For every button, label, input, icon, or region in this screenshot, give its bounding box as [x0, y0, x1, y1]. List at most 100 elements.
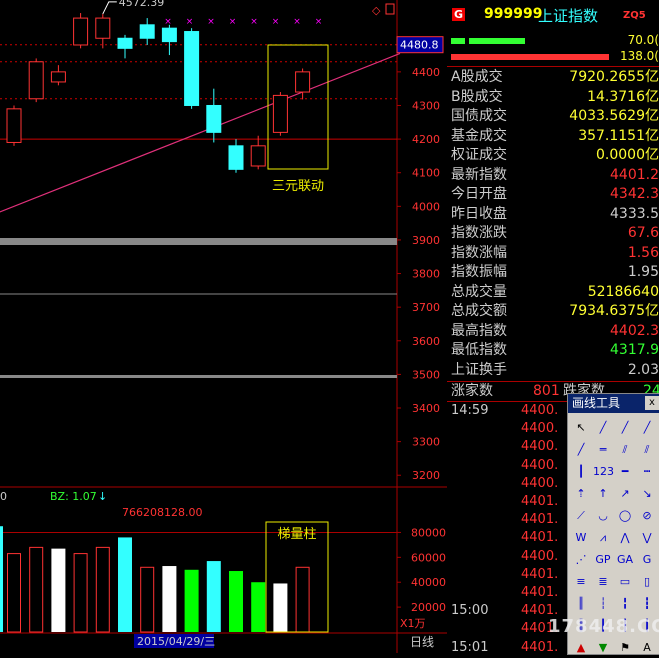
up-mark-icon[interactable]: ▲ [571, 638, 591, 658]
high-annotation-line [102, 1, 117, 15]
stock-code: 999999 [484, 6, 543, 22]
zigzag-icon[interactable]: ⩘ [593, 528, 613, 548]
box-icon[interactable]: ▯ [637, 572, 657, 592]
text-icon[interactable]: A [637, 638, 657, 658]
wave-abc-icon[interactable]: ⋁ [637, 528, 657, 548]
volume-tick-label: 60000 [411, 551, 446, 564]
gann-fan-icon[interactable]: GP [593, 550, 613, 570]
circle-icon[interactable]: ◯ [615, 506, 635, 526]
quote-row: 指数振幅 1.95 [451, 263, 659, 282]
trend-down-icon[interactable]: ↘ [637, 484, 657, 504]
wave5-icon[interactable]: ⋀ [615, 528, 635, 548]
quote-label: 指数涨跌 [451, 225, 507, 241]
fib-time-icon[interactable]: ╏ [615, 594, 635, 614]
candle-body [228, 145, 244, 170]
down-mark-icon[interactable]: ▼ [593, 638, 613, 658]
gann-123-icon[interactable]: 123 [593, 462, 614, 482]
tick-value: 4401. [521, 585, 559, 600]
gann-grid-icon[interactable]: G [637, 550, 657, 570]
volume-tick-label: 40000 [411, 576, 446, 589]
volume-tick-label: 20000 [411, 601, 446, 614]
channel-icon[interactable]: ⫽ [615, 440, 635, 460]
quote-label: 指数涨幅 [451, 244, 507, 261]
high-annotation-label: 4572.39 [119, 0, 165, 9]
quote-value: 1.56 [627, 244, 659, 261]
price-tick-label: 4400 [412, 66, 440, 79]
quote-row: 最低指数 4317.9 [451, 341, 659, 360]
quote-row: 最新指数 4401.2 [451, 166, 659, 185]
quote-row: B股成交 14.3716亿 [451, 88, 659, 107]
price-tick-label: 3600 [412, 335, 440, 348]
dash-line-icon[interactable]: ┅ [637, 462, 657, 482]
price-tick-label: 3700 [412, 301, 440, 314]
arrow-line-icon[interactable]: ╱ [571, 440, 591, 460]
tick-value: 4400. [521, 403, 559, 418]
volume-header-value: 766208128.00 [122, 506, 202, 519]
arc-icon[interactable]: ◡ [593, 506, 613, 526]
candle-body [250, 145, 266, 167]
price-channel-icon[interactable]: ⫽ [637, 440, 657, 460]
tick-value: 4401. [521, 494, 559, 509]
diagonal-icon[interactable]: ⟋ [571, 506, 591, 526]
quote-label: 今日开盘 [451, 186, 507, 202]
horizontal-line-icon[interactable]: ━ [615, 462, 635, 482]
candle-body [95, 17, 111, 39]
stock-name: 上证指数 [538, 7, 599, 25]
tick-time: 14:59 [451, 403, 489, 418]
quote-row: 权证成交 0.0000亿 [451, 146, 659, 165]
watermark: 178448.COM [548, 616, 659, 637]
line-segment-icon[interactable]: ╱ [593, 418, 613, 438]
quote-label: 总成交额 [451, 303, 507, 319]
kline-chart[interactable]: 4400 4300 4200 4100 4000 3900 3800 3700 3600 3500… [0, 0, 447, 653]
quote-value: 4342.3 [610, 186, 659, 202]
volume-header-bz: BZ: 1.07 [50, 490, 97, 503]
time-zone-icon[interactable]: ┆ [593, 594, 613, 614]
candle-body [6, 108, 22, 143]
tick-value: 4400. [521, 457, 559, 473]
fan-icon[interactable]: ⋰ [571, 550, 591, 570]
flag-icon[interactable]: ⚑ [615, 638, 635, 658]
up-arrow-line-icon[interactable]: ⇡ [571, 484, 591, 504]
date-label: 2015/04/29/三 [137, 635, 215, 648]
vertical-line-icon[interactable]: ┃ [571, 462, 591, 482]
wave-icon[interactable]: W [571, 528, 591, 548]
candle-body [206, 104, 222, 133]
candle-body [295, 71, 311, 93]
gann-angle-icon[interactable]: GA [615, 550, 635, 570]
stock-badge[interactable]: G [452, 8, 465, 21]
quote-row: 指数涨幅 1.56 [451, 244, 659, 263]
ratio-bar-green [469, 38, 525, 44]
candle-body [28, 61, 44, 100]
period-icon[interactable]: ┇ [637, 594, 657, 614]
quote-label: 指数振幅 [451, 264, 507, 280]
volume-bar [7, 553, 21, 633]
rect-icon[interactable]: ▭ [615, 572, 635, 592]
quote-label: 总成交量 [451, 283, 507, 300]
ellipse-icon[interactable]: ⊘ [637, 506, 657, 526]
stock-tag: ZQ5 [623, 10, 646, 21]
quote-row: 国债成交 4033.5629亿 [451, 107, 659, 126]
parallel-line-icon[interactable]: ═ [593, 440, 613, 460]
quote-value: 2.03 [627, 361, 659, 378]
volume-bar [162, 566, 177, 632]
volume-bar [118, 537, 132, 632]
quote-label: 国债成交 [451, 108, 507, 124]
tick-value: 4400. [521, 439, 559, 455]
cycle-lines-icon[interactable]: ║ [571, 594, 591, 614]
straight-line-icon[interactable]: ╱ [637, 418, 657, 438]
candle-body [184, 31, 200, 106]
diamond-icon: ◇ [372, 4, 381, 17]
quote-value: 7934.6375亿 [569, 303, 659, 319]
retracement-icon[interactable]: ≡ [571, 572, 591, 592]
pointer-icon[interactable]: ↖ [571, 418, 591, 438]
tick-value: 4401. [521, 566, 559, 582]
up-arrow-icon[interactable]: ↑ [593, 484, 613, 504]
price-tick-label: 3800 [412, 268, 440, 281]
volume-bar [0, 526, 3, 632]
trend-up-icon[interactable]: ↗ [615, 484, 635, 504]
close-icon[interactable]: x [645, 396, 659, 410]
ray-line-icon[interactable]: ╱ [615, 418, 635, 438]
quote-label: 基金成交 [451, 127, 507, 144]
fibonacci-icon[interactable]: ≣ [593, 572, 613, 592]
signal-marker: × [293, 17, 301, 27]
